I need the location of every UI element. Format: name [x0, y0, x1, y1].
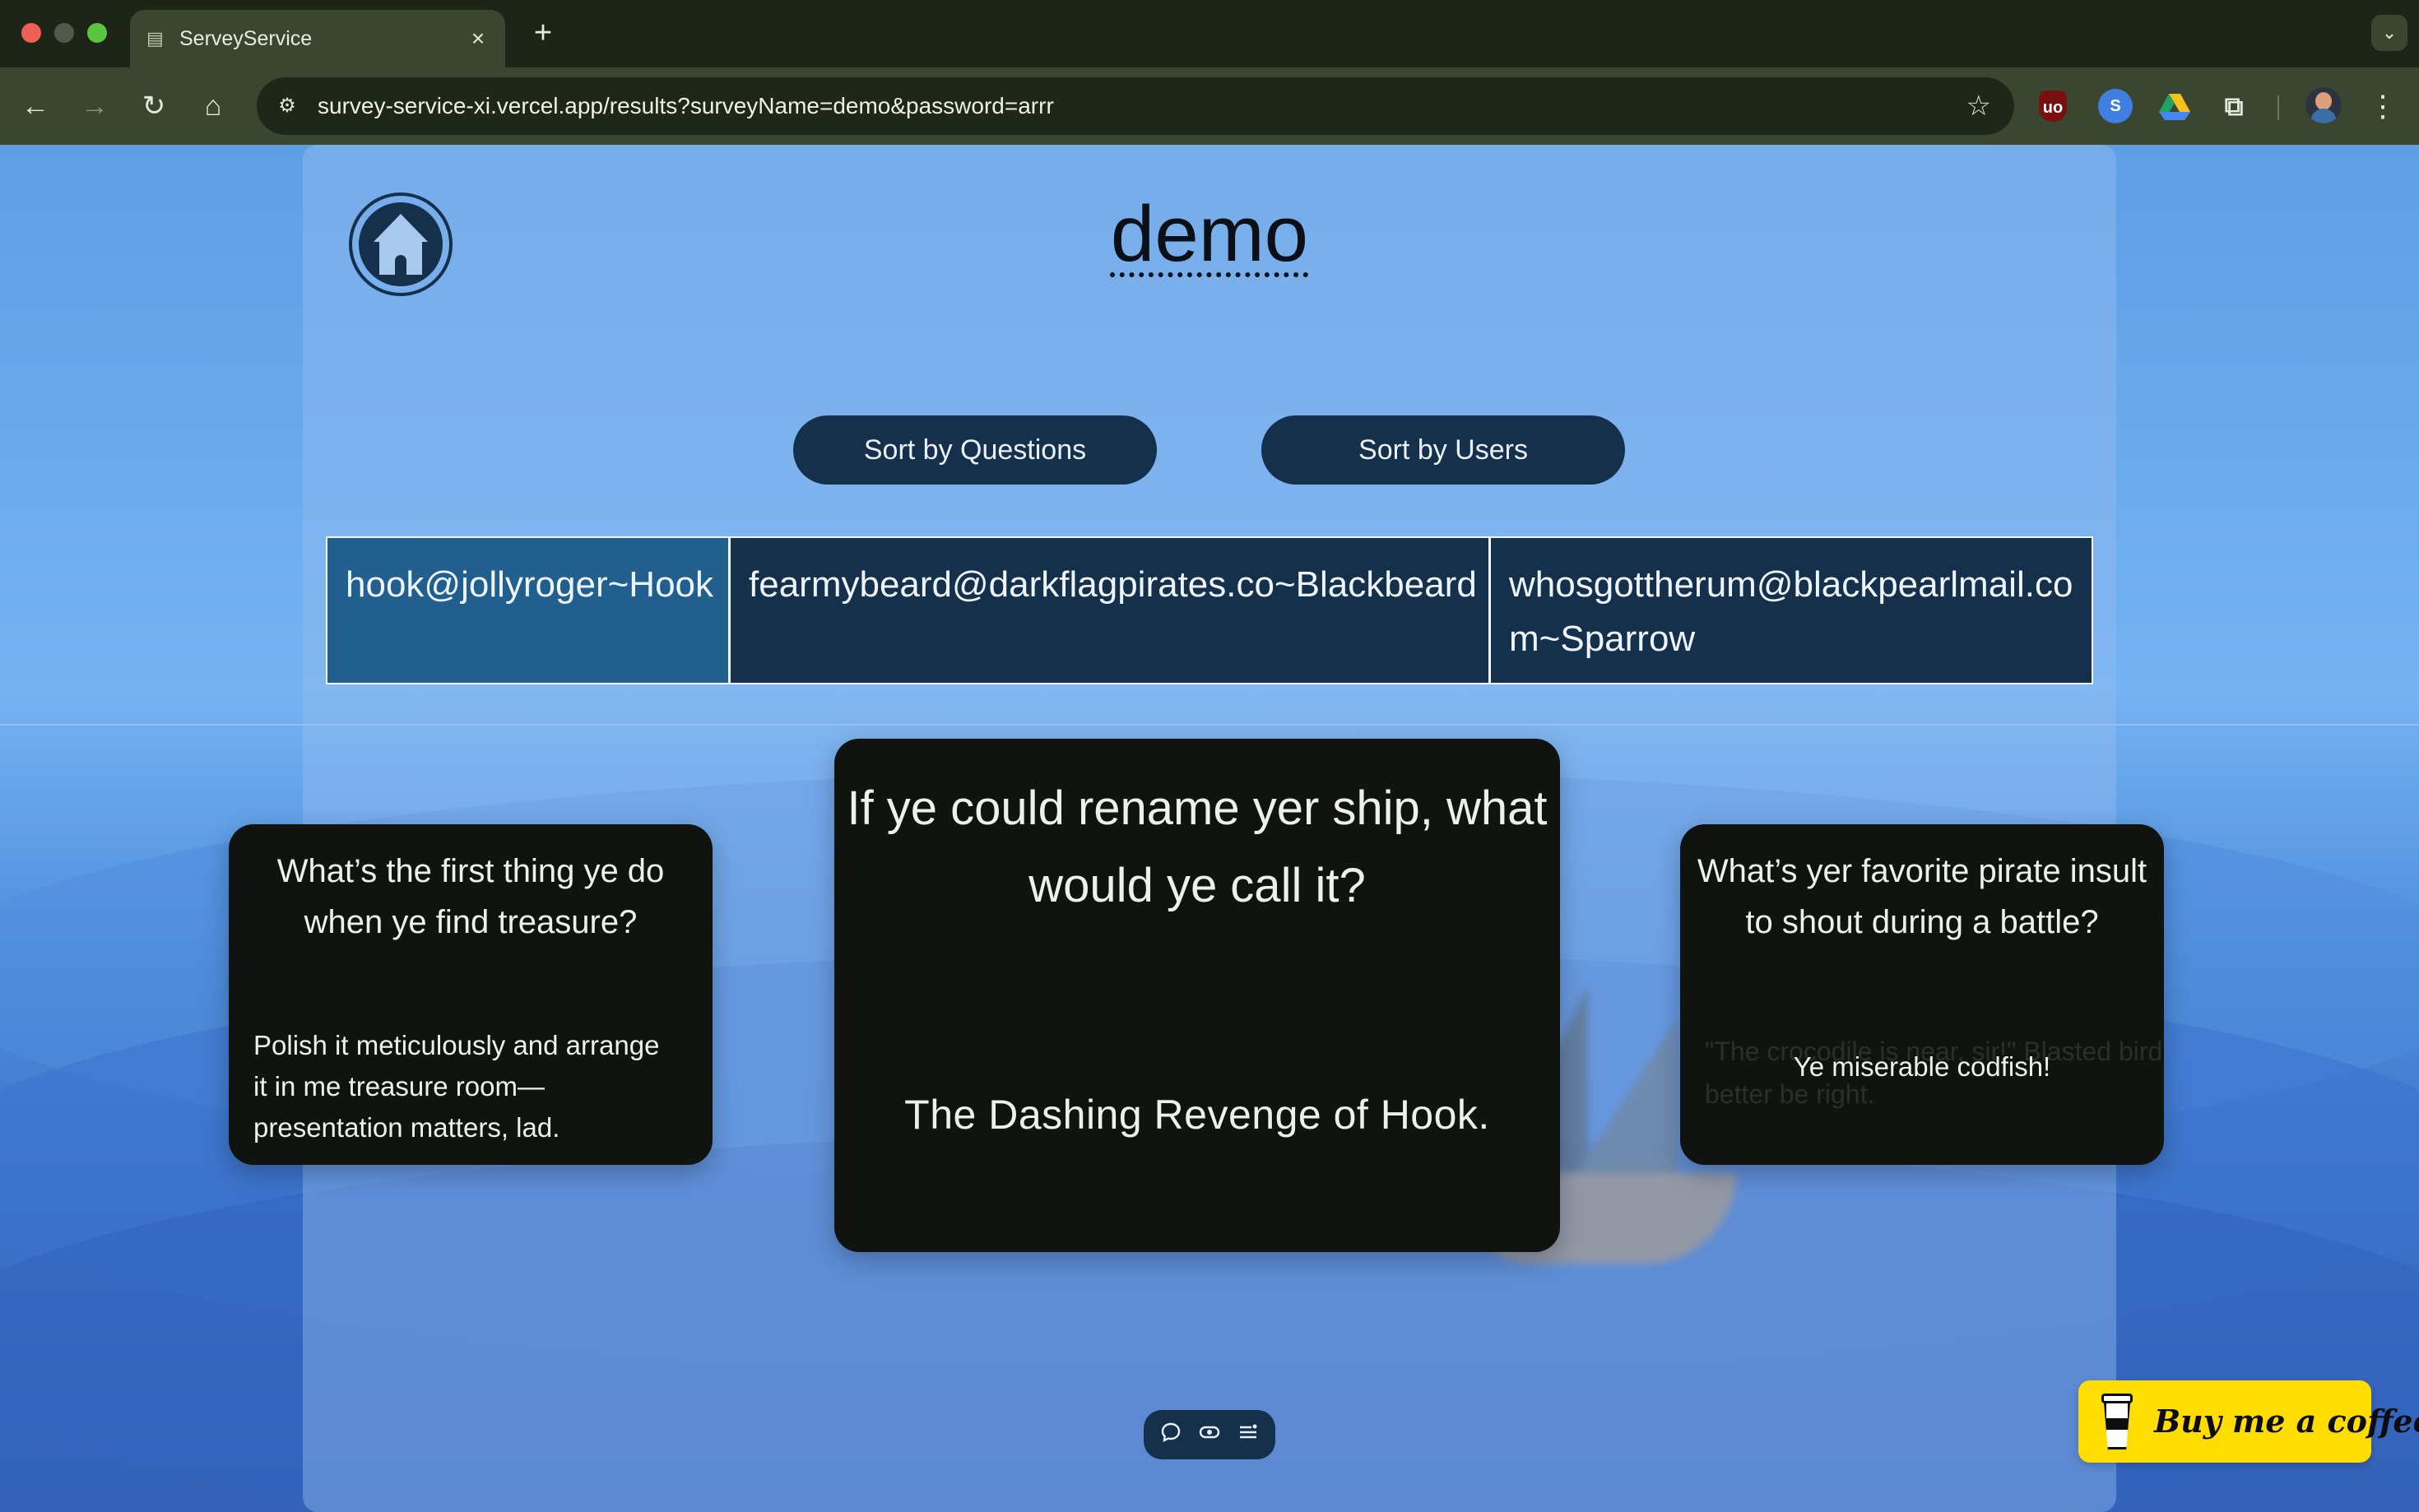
coffee-cup-icon [2101, 1394, 2133, 1449]
address-bar[interactable]: ⚙ survey-service-xi.vercel.app/results?s… [257, 77, 2014, 135]
home-icon [359, 202, 443, 286]
question-card-previous[interactable]: What’s the first thing ye do when ye fin… [229, 824, 713, 1165]
document-icon: ▤ [146, 28, 164, 49]
window-close-button[interactable] [21, 23, 41, 43]
card-question: What’s the first thing ye do when ye fin… [276, 853, 665, 940]
sort-by-users-button[interactable]: Sort by Users [1261, 415, 1625, 485]
reload-icon[interactable]: ↻ [135, 87, 173, 125]
browser-toolbar: ← → ↻ ⌂ ⚙ survey-service-xi.vercel.app/r… [0, 67, 2419, 145]
forward-arrow-icon[interactable]: → [76, 87, 114, 125]
browser-tab[interactable]: ▤ ServeyService × [130, 10, 505, 67]
profile-avatar[interactable] [2305, 87, 2342, 123]
coffee-lid [2101, 1394, 2133, 1403]
extension-s-icon[interactable]: S [2098, 89, 2133, 123]
user-tab-hook[interactable]: hook@jollyroger~Hook [327, 538, 731, 683]
user-tab-blackbeard[interactable]: fearmybeard@darkflagpirates.co~Blackbear… [731, 538, 1491, 683]
back-arrow-icon[interactable]: ← [16, 87, 54, 125]
toolbar-divider [2277, 95, 2279, 120]
list-icon[interactable] [1235, 1422, 1261, 1448]
home-roof [374, 214, 428, 242]
card-answer: Polish it meticulously and arrange it in… [253, 1030, 660, 1143]
user-tabs: hook@jollyroger~Hook fearmybeard@darkfla… [326, 536, 2093, 684]
eye-icon[interactable] [1196, 1422, 1223, 1448]
survey-title: demo [1110, 190, 1309, 278]
site-info-icon[interactable]: ⚙ [272, 90, 303, 122]
home-button[interactable] [349, 192, 453, 296]
home-browser-icon[interactable]: ⌂ [194, 87, 232, 125]
home-door [395, 255, 406, 275]
comment-icon[interactable] [1158, 1422, 1184, 1448]
tab-close-icon[interactable]: × [462, 23, 494, 54]
ublock-extension-icon[interactable]: uo [2039, 90, 2067, 122]
browser-tabstrip: ▤ ServeyService × + ⌄ [0, 0, 2419, 67]
card-answer: The Dashing Revenge of Hook. [904, 1092, 1490, 1138]
question-card-next[interactable]: What’s yer favorite pirate insult to sho… [1680, 824, 2164, 1165]
avatar-face [2315, 92, 2332, 110]
avatar-body [2310, 109, 2337, 123]
user-tab-sparrow[interactable]: whosgottherum@blackpearlmail.com~Sparrow [1491, 538, 2092, 683]
floating-toolbar [1144, 1410, 1275, 1459]
question-card-current[interactable]: If ye could rename yer ship, what would … [834, 739, 1560, 1252]
google-drive-icon[interactable] [2157, 89, 2192, 123]
coffee-label: Buy me a coffee [2154, 1403, 2419, 1440]
url-text[interactable]: survey-service-xi.vercel.app/results?sur… [318, 90, 1054, 122]
coffee-band [2106, 1418, 2128, 1430]
page-viewport: demo Sort by Questions Sort by Users hoo… [0, 145, 2419, 1512]
window-maximize-button[interactable] [87, 23, 107, 43]
card-question: If ye could rename yer ship, what would … [847, 782, 1548, 912]
browser-menu-icon[interactable]: ⋮ [2366, 86, 2399, 127]
extensions-puzzle-icon[interactable]: ⧉ [2217, 89, 2251, 123]
tab-title: ServeyService [179, 27, 313, 50]
bookmark-star-icon[interactable]: ☆ [1966, 89, 1991, 123]
card-answer: Ye miserable codfish! [1793, 1051, 2051, 1082]
card-question: What’s yer favorite pirate insult to sho… [1697, 853, 2147, 940]
window-minimize-button[interactable] [54, 23, 74, 43]
new-tab-button[interactable]: + [527, 16, 559, 49]
sort-by-questions-button[interactable]: Sort by Questions [793, 415, 1157, 485]
buy-me-a-coffee-button[interactable]: Buy me a coffee [2078, 1380, 2419, 1463]
tab-search-button[interactable]: ⌄ [2371, 15, 2407, 51]
